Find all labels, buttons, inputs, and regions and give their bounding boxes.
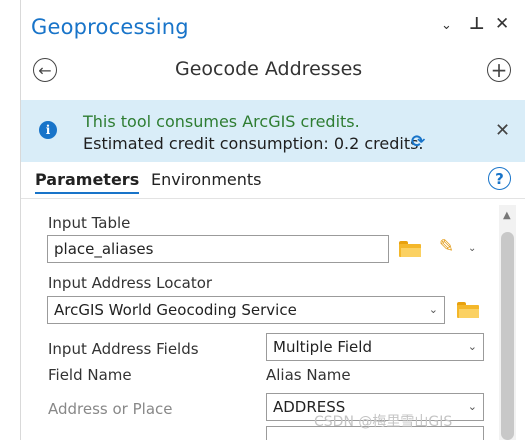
chevron-down-icon[interactable]: ⌄ [441, 18, 452, 33]
info-icon: i [39, 121, 57, 139]
folder-icon[interactable] [457, 302, 479, 318]
credit-estimate: Estimated credit consumption: 0.2 credit… [83, 134, 424, 153]
scrollbar-thumb[interactable] [501, 232, 514, 440]
geoprocessing-pane: Geoprocessing ⌄ ⊥ ✕ ← Geocode Addresses … [20, 0, 525, 440]
help-icon[interactable]: ? [488, 167, 511, 190]
add-button[interactable]: + [487, 58, 511, 82]
tab-parameters[interactable]: Parameters [35, 170, 140, 194]
pin-icon[interactable]: ⊥ [469, 14, 485, 34]
chevron-down-icon: ⌄ [467, 340, 477, 353]
input-table-label: Input Table [48, 214, 131, 232]
field-name-header: Field Name [48, 366, 132, 384]
close-icon[interactable]: ✕ [495, 14, 509, 34]
chevron-down-icon[interactable]: ⌄ [468, 243, 476, 254]
locator-value: ArcGIS World Geocoding Service [54, 301, 297, 319]
question-mark: ? [495, 169, 504, 188]
chevron-down-icon: ⌄ [467, 400, 477, 413]
scroll-up-icon[interactable]: ▲ [503, 210, 511, 221]
tab-environments[interactable]: Environments [151, 170, 262, 189]
chevron-down-icon: ⌄ [428, 303, 438, 316]
divider [21, 198, 525, 199]
fields-dropdown[interactable]: Multiple Field ⌄ [266, 333, 484, 361]
tool-name: Geocode Addresses [175, 58, 363, 80]
pane-title: Geoprocessing [31, 15, 189, 39]
alias-name-header: Alias Name [266, 366, 351, 384]
pane-titlebar: Geoprocessing ⌄ ⊥ ✕ [21, 0, 525, 46]
pencil-icon[interactable]: ✎ [439, 236, 454, 257]
folder-icon[interactable] [399, 241, 421, 257]
back-button[interactable]: ← [33, 58, 57, 82]
fields-value: Multiple Field [273, 338, 372, 356]
credit-message: This tool consumes ArcGIS credits. [83, 112, 360, 131]
arrow-left-icon: ← [38, 60, 52, 80]
plus-icon: + [490, 58, 508, 82]
banner-close-icon[interactable]: ✕ [495, 120, 510, 141]
fields-label: Input Address Fields [48, 340, 199, 358]
refresh-icon[interactable]: ⟳ [411, 132, 425, 152]
locator-label: Input Address Locator [48, 274, 213, 292]
address-label: Address or Place [48, 400, 173, 418]
watermark: CSDN @梅里雪山GIS [314, 414, 453, 430]
locator-dropdown[interactable]: ArcGIS World Geocoding Service ⌄ [47, 296, 445, 324]
input-table-field[interactable]: place_aliases [47, 235, 389, 263]
